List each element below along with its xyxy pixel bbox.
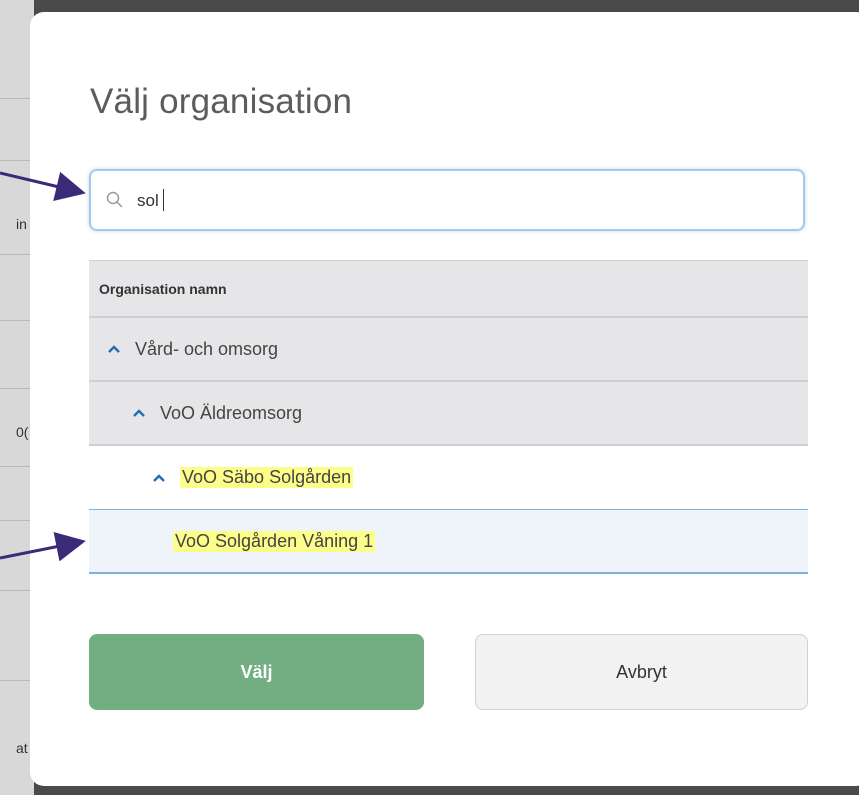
background-text: 0( <box>16 424 29 440</box>
table-header: Organisation namn <box>89 260 808 318</box>
search-icon <box>106 191 123 208</box>
column-header-organisation-name: Organisation namn <box>99 280 227 297</box>
search-field[interactable] <box>89 169 805 231</box>
tree-row-label: Vård- och omsorg <box>135 338 279 359</box>
tree-row[interactable]: VoO Äldreomsorg <box>89 382 808 446</box>
tree-row[interactable]: VoO Säbo Solgården <box>89 446 808 510</box>
dialog-title: Välj organisation <box>90 82 353 121</box>
chevron-up-icon[interactable] <box>152 473 166 483</box>
tree-row[interactable]: Vård- och omsorg <box>89 318 808 382</box>
select-button[interactable]: Välj <box>89 634 424 710</box>
background-text: at <box>16 740 28 756</box>
search-input[interactable] <box>135 179 779 223</box>
chevron-up-icon[interactable] <box>107 344 121 354</box>
tree-row-selected[interactable]: VoO Solgården Våning 1 <box>89 510 808 574</box>
tree-row-label-highlighted: VoO Säbo Solgården <box>180 467 354 488</box>
select-organisation-dialog: Välj organisation Organisation namn Vård… <box>30 12 859 786</box>
tree-row-label: VoO Äldreomsorg <box>160 402 303 423</box>
chevron-up-icon[interactable] <box>132 408 146 418</box>
tree-row-label-highlighted: VoO Solgården Våning 1 <box>173 530 376 552</box>
text-caret <box>163 189 164 211</box>
organisation-table: Organisation namn Vård- och omsorg VoO Ä… <box>89 260 808 574</box>
background-page: in 0( at <box>0 0 34 795</box>
background-text: in <box>16 216 27 232</box>
cancel-button[interactable]: Avbryt <box>475 634 808 710</box>
